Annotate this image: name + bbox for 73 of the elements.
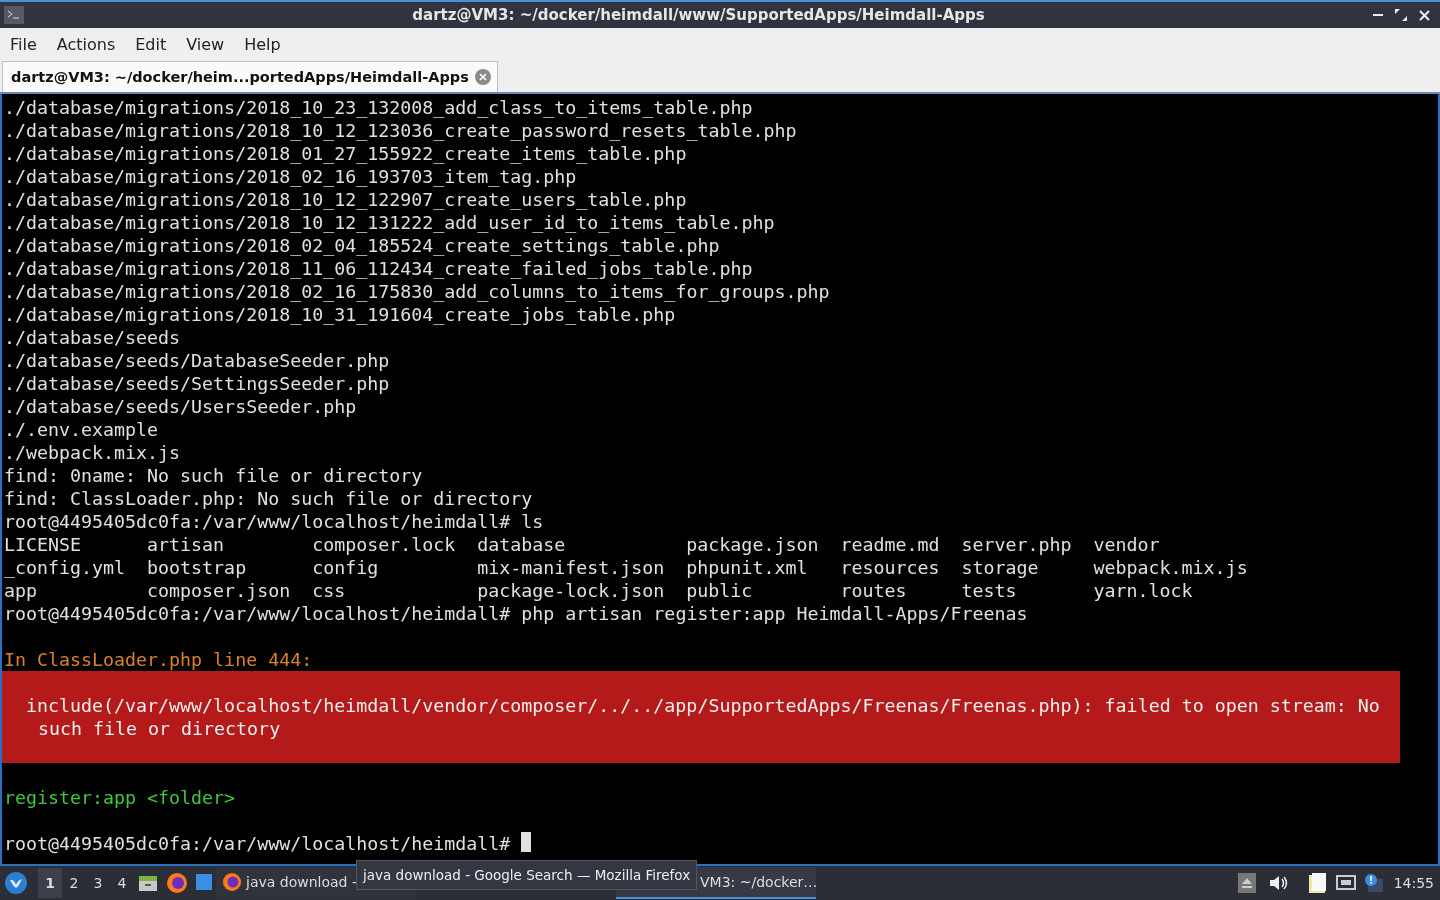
workspace-button[interactable]: 2 [62, 868, 86, 898]
output-line: find: ClassLoader.php: No such file or directory [3, 487, 534, 510]
output-line: ./database/migrations/2018_10_12_131222_add_user_id_to_items_table.php [3, 211, 776, 234]
file-name: composer.json [147, 580, 291, 601]
terminal-icon [4, 6, 24, 24]
file-name: yarn.lock [1093, 580, 1193, 601]
file-name: routes [840, 580, 907, 601]
output-line: ./database/seeds [3, 326, 182, 349]
file-name: package.json [686, 534, 819, 555]
network-icon[interactable] [1335, 874, 1356, 892]
file-name: composer.lock [312, 534, 456, 555]
output-line: ./database/migrations/2018_10_12_123036_create_password_resets_table.php [3, 119, 798, 142]
eject-icon[interactable] [1237, 873, 1256, 893]
output-line: ./database/migrations/2018_02_16_193703_item_tag.php [3, 165, 578, 188]
file-name: vendor [1093, 534, 1160, 555]
file-name: artisan [147, 534, 225, 555]
terminal-tab[interactable]: dartz@VM3: ~/docker/heim...portedApps/Heimdall-Apps [2, 61, 498, 92]
file-name: readme.md [840, 534, 940, 555]
clock: 14:55 [1393, 875, 1434, 891]
error-message: include(/var/www/localhost/heimdall/vendor/composer/../../app/SupportedApps/Freenas/Freenas.php): failed to open stream: No such file or directory [2, 671, 1400, 763]
output-line: ./database/seeds/SettingsSeeder.php [3, 372, 391, 395]
output-line: ./database/migrations/2018_11_06_112434_create_failed_jobs_table.php [3, 257, 754, 280]
output-line: ./.env.example [3, 418, 160, 441]
menu-item[interactable]: Actions [56, 34, 116, 54]
text-cursor [521, 832, 532, 852]
workspace-button[interactable]: 1 [38, 868, 62, 898]
output-line: find: 0name: No such file or directory [3, 464, 424, 487]
output-line: ./database/migrations/2018_10_31_191604_create_jobs_table.php [3, 303, 677, 326]
file-name: phpunit.xml [686, 557, 808, 578]
shell-prompt: root@4495405dc0fa:/var/www/localhost/heimdall# [4, 832, 511, 855]
file-name: config [312, 557, 379, 578]
menu-item[interactable]: Edit [135, 34, 167, 54]
file-name: database [477, 534, 566, 555]
file-name: package-lock.json [477, 580, 665, 601]
output-line: ./database/migrations/2018_10_23_132008_add_class_to_items_table.php [3, 96, 754, 119]
file-name: css [312, 580, 346, 601]
error-heading: In ClassLoader.php line 444: [3, 648, 314, 671]
menu-item[interactable]: File [10, 34, 37, 54]
window-icon[interactable] [196, 874, 212, 892]
file-name: resources [840, 557, 940, 578]
file-name: server.php [961, 534, 1072, 555]
file-name: bootstrap [147, 557, 247, 578]
output-line: ./database/migrations/2018_02_04_185524_create_settings_table.php [3, 234, 721, 257]
usage-line: register:app <folder> [3, 786, 237, 809]
workspace-button[interactable]: 4 [110, 868, 134, 898]
output-line: ./database/migrations/2018_10_12_122907_create_users_table.php [3, 188, 688, 211]
notification-icon[interactable] [1363, 873, 1384, 893]
restore-icon[interactable] [1395, 9, 1407, 21]
output-line: ./database/migrations/2018_02_16_175830_add_columns_to_items_for_groups.php [3, 280, 831, 303]
output-line: ./database/migrations/2018_01_27_155922_create_items_table.php [3, 142, 688, 165]
file-manager-icon[interactable] [138, 873, 158, 893]
volume-icon[interactable] [1267, 874, 1288, 892]
file-name: app [4, 580, 38, 601]
menu-item[interactable]: Help [244, 34, 281, 54]
output-line: ./database/seeds/UsersSeeder.php [3, 395, 358, 418]
output-line: root@4495405dc0fa:/var/www/localhost/heimdall# ls [3, 510, 545, 533]
file-name: mix-manifest.json [477, 557, 665, 578]
tooltip: java download - Google Search — Mozilla Firefox [356, 860, 698, 890]
workspace-button[interactable]: 3 [86, 868, 110, 898]
output-line: root@4495405dc0fa:/var/www/localhost/heimdall# php artisan register:app Heimdall-Apps/Freenas [3, 602, 1029, 625]
clipboard-icon[interactable] [1307, 872, 1328, 894]
output-line: ./webpack.mix.js [3, 441, 182, 464]
file-name: public [686, 580, 753, 601]
file-name: tests [961, 580, 1017, 601]
menu-item[interactable]: View [186, 34, 225, 54]
output-line: ./database/seeds/DatabaseSeeder.php [3, 349, 391, 372]
file-name: _config.yml [4, 557, 126, 578]
close-icon[interactable] [1419, 9, 1430, 21]
file-name: LICENSE [4, 534, 82, 555]
window-title: dartz@VM3: ~/docker/heimdall/www/SupportedApps/Heimdall-Apps [411, 6, 986, 24]
start-menu-icon[interactable] [4, 871, 28, 895]
file-name: webpack.mix.js [1093, 557, 1248, 578]
file-name: storage [961, 557, 1039, 578]
